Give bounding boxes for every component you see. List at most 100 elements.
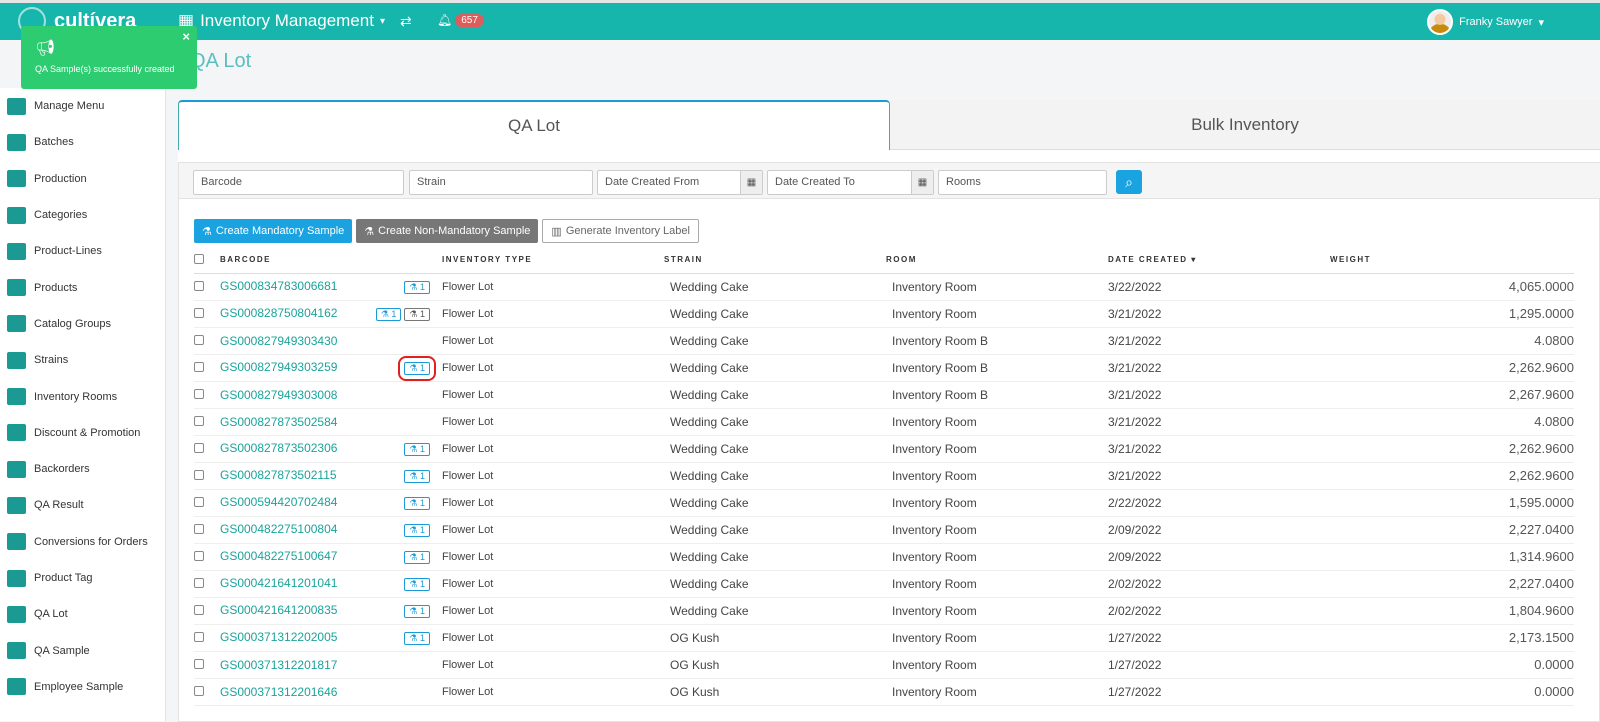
- sidebar-item-inventory-rooms[interactable]: Inventory Rooms: [0, 378, 165, 414]
- notifications-button[interactable]: 🔔︎ 657: [437, 13, 484, 27]
- row-checkbox[interactable]: [194, 388, 204, 399]
- table-row[interactable]: GS000828750804162 ⚗ 1 ⚗ 1 Flower Lot Weddi…: [194, 300, 1574, 328]
- row-checkbox[interactable]: [194, 307, 204, 318]
- non-mandatory-sample-badge[interactable]: ⚗ 1: [404, 308, 430, 321]
- col-strain[interactable]: STRAIN: [664, 247, 886, 274]
- table-row[interactable]: GS000482275100647 ⚗ 1 Flower Lot Wedding …: [194, 543, 1574, 571]
- barcode-link[interactable]: GS000482275100804: [220, 522, 337, 537]
- mandatory-sample-badge[interactable]: ⚗ 1: [404, 632, 430, 645]
- barcode-link[interactable]: GS000594420702484: [220, 495, 337, 510]
- barcode-link[interactable]: GS000371312202005: [220, 630, 337, 645]
- table-row[interactable]: GS000827949303430 Flower Lot Wedding Cak…: [194, 327, 1574, 355]
- sidebar-item-production[interactable]: Production: [0, 161, 165, 197]
- swap-icon[interactable]: ⇄: [400, 13, 412, 30]
- table-row[interactable]: GS000594420702484 ⚗ 1 Flower Lot Wedding …: [194, 489, 1574, 517]
- row-checkbox[interactable]: [194, 469, 204, 480]
- barcode-link[interactable]: GS000834783006681: [220, 279, 337, 294]
- barcode-input[interactable]: Barcode: [193, 170, 404, 195]
- barcode-link[interactable]: GS000371312201646: [220, 685, 337, 699]
- table-row[interactable]: GS000827949303008 Flower Lot Wedding Cak…: [194, 381, 1574, 409]
- mandatory-sample-badge[interactable]: ⚗ 1: [404, 497, 430, 510]
- sidebar-item-qa-result[interactable]: QA Result: [0, 487, 165, 523]
- barcode-link[interactable]: GS000827873502115: [220, 468, 337, 483]
- row-checkbox[interactable]: [194, 604, 204, 615]
- sidebar-item-backorders[interactable]: Backorders: [0, 451, 165, 487]
- create-non-mandatory-sample-button[interactable]: ⚗ Create Non-Mandatory Sample: [356, 219, 539, 243]
- col-date-created[interactable]: DATE CREATED ▾: [1108, 247, 1330, 274]
- mandatory-sample-badge[interactable]: ⚗ 1: [404, 281, 430, 294]
- row-checkbox[interactable]: [194, 523, 204, 534]
- sidebar-item-product-tag[interactable]: Product Tag: [0, 560, 165, 596]
- barcode-link[interactable]: GS000827949303430: [220, 334, 337, 348]
- date-to-input[interactable]: Date Created To ▦: [767, 170, 934, 195]
- row-checkbox[interactable]: [194, 361, 204, 372]
- mandatory-sample-badge[interactable]: ⚗ 1: [404, 470, 430, 483]
- row-checkbox[interactable]: [194, 577, 204, 588]
- row-checkbox[interactable]: [194, 550, 204, 561]
- table-row[interactable]: GS000827873502115 ⚗ 1 Flower Lot Wedding …: [194, 462, 1574, 490]
- generate-inventory-label-button[interactable]: ▥ Generate Inventory Label: [542, 219, 699, 243]
- create-mandatory-sample-button[interactable]: ⚗ Create Mandatory Sample: [194, 219, 353, 243]
- row-checkbox[interactable]: [194, 658, 204, 669]
- col-barcode[interactable]: BARCODE: [220, 247, 442, 274]
- date-from-input[interactable]: Date Created From ▦: [597, 170, 763, 195]
- barcode-link[interactable]: GS000421641201041: [220, 576, 337, 591]
- sidebar-item-qa-lot[interactable]: QA Lot: [0, 596, 165, 632]
- sidebar-item-product-lines[interactable]: Product-Lines: [0, 233, 165, 269]
- search-button[interactable]: ⌕: [1116, 170, 1142, 194]
- barcode-link[interactable]: GS000828750804162: [220, 306, 337, 321]
- select-all-checkbox[interactable]: [194, 253, 204, 264]
- row-checkbox[interactable]: [194, 631, 204, 642]
- barcode-link[interactable]: GS000827949303008: [220, 388, 337, 402]
- sidebar-item-conversions-for-orders[interactable]: Conversions for Orders: [0, 524, 165, 560]
- close-icon[interactable]: ×: [182, 29, 190, 44]
- sidebar-item-qa-sample[interactable]: QA Sample: [0, 632, 165, 668]
- strain-input[interactable]: Strain: [409, 170, 593, 195]
- barcode-link[interactable]: GS000827873502306: [220, 441, 337, 456]
- row-checkbox[interactable]: [194, 442, 204, 453]
- sidebar-item-manage-menu[interactable]: Manage Menu: [0, 88, 165, 124]
- calendar-icon[interactable]: ▦: [911, 171, 933, 194]
- barcode-link[interactable]: GS000482275100647: [220, 549, 337, 564]
- table-row[interactable]: GS000371312201817 Flower Lot OG Kush Inv…: [194, 651, 1574, 679]
- sidebar-item-batches[interactable]: Batches: [0, 124, 165, 160]
- user-menu[interactable]: Franky Sawyer ▾: [1427, 9, 1544, 35]
- table-row[interactable]: GS000371312201646 Flower Lot OG Kush Inv…: [194, 678, 1574, 706]
- sidebar-item-discount-promotion[interactable]: Discount & Promotion: [0, 415, 165, 451]
- row-checkbox[interactable]: [194, 496, 204, 507]
- row-checkbox[interactable]: [194, 685, 204, 696]
- tab-bulk-inventory[interactable]: Bulk Inventory: [890, 100, 1600, 150]
- calendar-icon[interactable]: ▦: [740, 171, 762, 194]
- table-row[interactable]: GS000482275100804 ⚗ 1 Flower Lot Wedding …: [194, 516, 1574, 544]
- col-weight[interactable]: WEIGHT: [1330, 247, 1574, 274]
- table-row[interactable]: GS000827873502306 ⚗ 1 Flower Lot Wedding …: [194, 435, 1574, 463]
- sidebar-item-employee-sample[interactable]: Employee Sample: [0, 669, 165, 705]
- barcode-link[interactable]: GS000827949303259: [220, 360, 337, 375]
- sidebar-item-catalog-groups[interactable]: Catalog Groups: [0, 306, 165, 342]
- table-row[interactable]: GS000827873502584 Flower Lot Wedding Cak…: [194, 408, 1574, 436]
- mandatory-sample-badge[interactable]: ⚗ 1: [404, 578, 430, 591]
- col-room[interactable]: ROOM: [886, 247, 1108, 274]
- barcode-link[interactable]: GS000421641200835: [220, 603, 337, 618]
- mandatory-sample-badge[interactable]: ⚗ 1: [404, 524, 430, 537]
- mandatory-sample-badge[interactable]: ⚗ 1: [404, 605, 430, 618]
- mandatory-sample-badge[interactable]: ⚗ 1: [398, 356, 436, 381]
- barcode-link[interactable]: GS000827873502584: [220, 415, 337, 429]
- mandatory-sample-badge[interactable]: ⚗ 1: [404, 443, 430, 456]
- sidebar-item-categories[interactable]: Categories: [0, 197, 165, 233]
- row-checkbox[interactable]: [194, 334, 204, 345]
- table-row[interactable]: GS000421641200835 ⚗ 1 Flower Lot Wedding …: [194, 597, 1574, 625]
- row-checkbox[interactable]: [194, 280, 204, 291]
- table-row[interactable]: GS000827949303259 ⚗ 1 Flower Lot Wedding …: [194, 354, 1574, 382]
- table-row[interactable]: GS000371312202005 ⚗ 1 Flower Lot OG Kush …: [194, 624, 1574, 652]
- tab-qa-lot[interactable]: QA Lot: [178, 100, 890, 150]
- rooms-input[interactable]: Rooms: [938, 170, 1107, 195]
- row-checkbox[interactable]: [194, 415, 204, 426]
- mandatory-sample-badge[interactable]: ⚗ 1: [404, 551, 430, 564]
- sidebar-item-strains[interactable]: Strains: [0, 342, 165, 378]
- barcode-link[interactable]: GS000371312201817: [220, 658, 337, 672]
- col-inventory-type[interactable]: INVENTORY TYPE: [442, 247, 664, 274]
- module-dropdown[interactable]: ▦ Inventory Management ▾: [178, 11, 385, 31]
- table-row[interactable]: GS000421641201041 ⚗ 1 Flower Lot Wedding …: [194, 570, 1574, 598]
- table-row[interactable]: GS000834783006681 ⚗ 1 Flower Lot Wedding …: [194, 273, 1574, 301]
